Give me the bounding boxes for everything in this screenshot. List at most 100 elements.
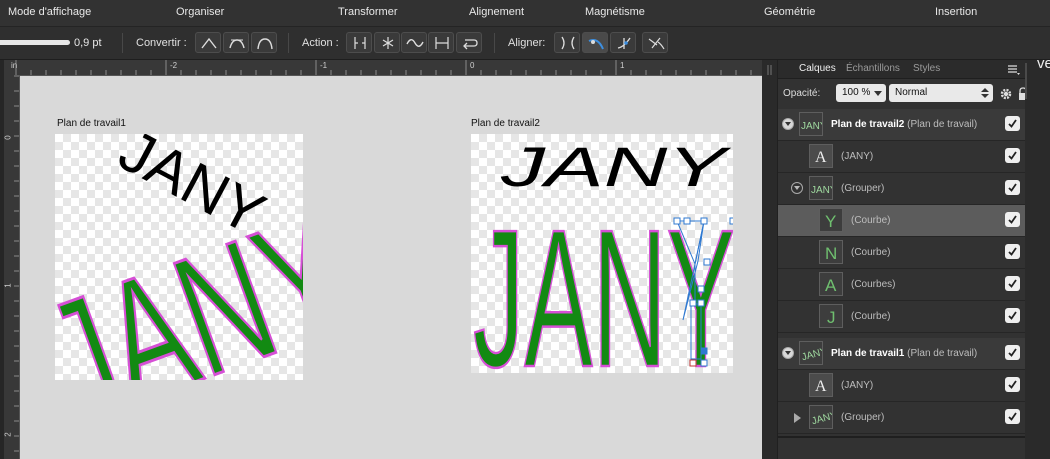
context-toolbar: 0,9 pt Convertir : Action : Aligner:: [0, 27, 1050, 60]
curve-node-handle[interactable]: [700, 217, 708, 225]
smooth-node-icon: [229, 39, 245, 49]
tab-layers[interactable]: Calques: [799, 63, 836, 74]
layer-row-curve-j[interactable]: J (Courbe): [778, 301, 1026, 333]
layer-row-artboard-1[interactable]: JANY Plan de travail1 (Plan de travail): [778, 338, 1026, 370]
curve-node-handle[interactable]: [689, 299, 697, 307]
curve-node-handle[interactable]: [703, 258, 711, 266]
menu-snapping[interactable]: Magnétisme: [585, 6, 645, 18]
layer-name: (Courbe): [851, 215, 891, 226]
curve-node-handle[interactable]: [697, 285, 705, 293]
artboard-2-green-jany[interactable]: JANY: [472, 188, 733, 373]
artboard-1[interactable]: JANY JANY: [55, 134, 303, 380]
layer-name: (JANY): [841, 380, 874, 391]
hamburger-icon[interactable]: [1007, 64, 1021, 76]
layer-row-text-jany-1[interactable]: A (JANY): [778, 370, 1026, 402]
artboard-1-artwork: JANY JANY: [55, 134, 303, 380]
break-curve-icon: [354, 37, 366, 49]
close-curve-icon: [382, 37, 394, 49]
panel-grip-icon: [767, 65, 772, 75]
ruler-label: 0: [470, 61, 475, 70]
opacity-field[interactable]: 100 %: [836, 84, 886, 102]
artboard-2[interactable]: JANY JANY: [471, 134, 733, 373]
reverse-arrow-icon: [463, 39, 478, 50]
artboard-2-title[interactable]: Plan de travail2: [471, 118, 540, 129]
smooth-curve-button[interactable]: [401, 32, 427, 53]
curve-node-handle[interactable]: [683, 217, 691, 225]
align-transform-button[interactable]: [610, 32, 636, 53]
visibility-checkbox[interactable]: [1005, 377, 1020, 392]
layer-row-group-1[interactable]: JANY (Grouper): [778, 402, 1026, 434]
action-label: Action :: [302, 37, 339, 49]
visibility-checkbox[interactable]: [1005, 148, 1020, 163]
scissors-curve-icon: [648, 37, 665, 50]
blend-mode-select[interactable]: Normal: [889, 84, 993, 102]
menu-transform[interactable]: Transformer: [338, 6, 398, 18]
menu-alignment[interactable]: Alignement: [469, 6, 524, 18]
align-handles-button[interactable]: [554, 32, 580, 53]
curve-start-node[interactable]: [689, 359, 697, 367]
visibility-checkbox[interactable]: [1005, 409, 1020, 424]
layer-thumbnail: JANY: [799, 112, 827, 136]
stroke-width-slider[interactable]: [0, 40, 70, 45]
layer-row-curve-y[interactable]: Y (Courbe): [778, 205, 1026, 237]
layer-name: (Courbe): [851, 311, 891, 322]
gear-icon[interactable]: [999, 87, 1013, 101]
svg-text:A: A: [825, 276, 837, 295]
menu-arrange[interactable]: Organiser: [176, 6, 224, 18]
join-curves-button[interactable]: [428, 32, 454, 53]
visibility-checkbox[interactable]: [1005, 276, 1020, 291]
layer-row-artboard-2[interactable]: JANY Plan de travail2 (Plan de travail): [778, 109, 1026, 141]
tab-styles[interactable]: Styles: [913, 63, 940, 74]
visibility-checkbox[interactable]: [1005, 345, 1020, 360]
ruler-ticks: [14, 75, 19, 452]
layer-row-group[interactable]: JANY (Grouper): [778, 173, 1026, 205]
visibility-checkbox[interactable]: [1005, 244, 1020, 259]
document-canvas[interactable]: Plan de travail1 JANY JANY Plan de trava…: [20, 76, 762, 459]
tab-swatches[interactable]: Échantillons: [846, 63, 900, 74]
align-curve-button[interactable]: [582, 32, 608, 53]
ruler-label: 0: [4, 135, 13, 140]
menu-insert[interactable]: Insertion: [935, 6, 977, 18]
convert-sharp-button[interactable]: [195, 32, 221, 53]
curve-node-handle[interactable]: [700, 359, 708, 367]
break-curve-button[interactable]: [346, 32, 372, 53]
layer-row-curves-a[interactable]: A (Courbes): [778, 269, 1026, 301]
svg-text:JANY: JANY: [811, 410, 832, 427]
visibility-checkbox[interactable]: [1005, 180, 1020, 195]
menu-bar: Mode d'affichage Organiser Transformer A…: [0, 0, 1050, 27]
panel-collapse-strip[interactable]: [762, 60, 777, 459]
disclosure-open-icon[interactable]: [782, 118, 794, 130]
panel-divider: [778, 436, 1026, 438]
layer-name: (Courbes): [851, 279, 896, 290]
convert-smart-button[interactable]: [251, 32, 277, 53]
align-extra-button[interactable]: [642, 32, 668, 53]
layer-row-curve-n[interactable]: N (Courbe): [778, 237, 1026, 269]
edge-text: ve: [1037, 55, 1050, 72]
stroke-width-value[interactable]: 0,9 pt: [74, 37, 102, 49]
ruler-label: 1: [620, 61, 625, 70]
layer-row-text-jany[interactable]: A (JANY): [778, 141, 1026, 173]
curve-node-handle[interactable]: [729, 217, 733, 225]
edge-bar: [1025, 63, 1027, 99]
curve-node-handle-selected[interactable]: [700, 347, 708, 355]
curve-node-handle[interactable]: [697, 299, 705, 307]
convert-smooth-button[interactable]: [223, 32, 249, 53]
join-curves-icon: [435, 37, 449, 49]
visibility-checkbox[interactable]: [1005, 212, 1020, 227]
svg-text:JANY: JANY: [811, 185, 832, 196]
artboard-1-title[interactable]: Plan de travail1: [57, 118, 126, 129]
sharp-node-icon: [201, 37, 217, 49]
close-curve-button[interactable]: [374, 32, 400, 53]
ruler-label: -2: [170, 61, 178, 70]
curve-node-handle[interactable]: [673, 217, 681, 225]
reverse-curve-button[interactable]: [456, 32, 482, 53]
menu-view-mode[interactable]: Mode d'affichage: [8, 6, 91, 18]
visibility-checkbox[interactable]: [1005, 308, 1020, 323]
menu-geometry[interactable]: Géométrie: [764, 6, 815, 18]
visibility-checkbox[interactable]: [1005, 116, 1020, 131]
vertical-ruler[interactable]: 0 1 2: [4, 75, 20, 459]
disclosure-open-icon[interactable]: [782, 347, 794, 359]
horizontal-ruler[interactable]: in -2 -1 0 1 2: [4, 60, 762, 76]
disclosure-open-icon[interactable]: [791, 182, 803, 194]
disclosure-closed-icon[interactable]: [794, 413, 802, 423]
